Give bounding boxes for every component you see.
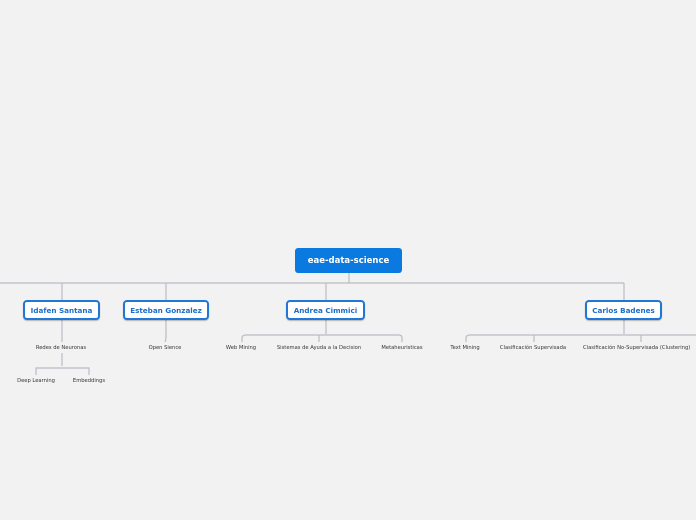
subtopic-sistemas-ayuda-decision[interactable]: Sistemas de Ayuda a la Decision bbox=[268, 343, 370, 353]
connector-redes-children bbox=[35, 367, 90, 375]
subtopic-web-mining[interactable]: Web Mining bbox=[216, 343, 266, 353]
root-topic[interactable]: eae-data-science bbox=[295, 248, 402, 273]
connector-open-sience bbox=[164, 320, 167, 343]
topic-andrea-cimmici[interactable]: Andrea Cimmici bbox=[286, 300, 365, 320]
topic-carlos-badenes[interactable]: Carlos Badenes bbox=[585, 300, 662, 320]
mind-map-canvas: eae-data-science Idafen Santana Esteban … bbox=[0, 0, 696, 520]
topic-esteban-gonzalez[interactable]: Esteban Gonzalez bbox=[123, 300, 209, 320]
subtopic-metaheuristicas[interactable]: Metaheuristicas bbox=[374, 343, 430, 353]
subtopic-clasificacion-supervisada[interactable]: Clasificación Supervisada bbox=[493, 343, 573, 353]
subtopic-text-mining[interactable]: Text Mining bbox=[442, 343, 488, 353]
subtopic-open-sience[interactable]: Open Sience bbox=[138, 343, 192, 353]
connector-andrea-children bbox=[241, 334, 403, 342]
subtopic-clasificacion-no-supervisada[interactable]: Clasificación No-Supervisada (Clustering… bbox=[583, 343, 696, 353]
connector-carlos-children bbox=[465, 334, 696, 342]
topic-idafen-santana[interactable]: Idafen Santana bbox=[23, 300, 100, 320]
subtopic-deep-learning[interactable]: Deep Learning bbox=[8, 376, 64, 386]
subtopic-embeddings[interactable]: Embeddings bbox=[64, 376, 114, 386]
subtopic-redes-de-neuronas[interactable]: Redes de Neuronas bbox=[22, 343, 100, 353]
